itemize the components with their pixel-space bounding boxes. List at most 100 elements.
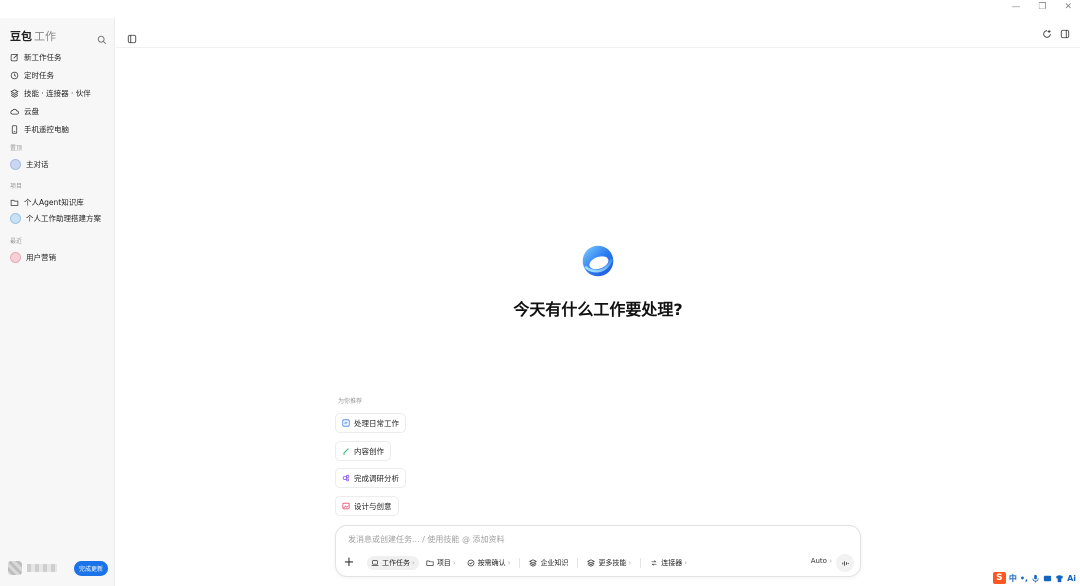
tool-label: 连接器 — [661, 559, 683, 567]
user-area: 完成更新 — [8, 560, 108, 576]
pen-icon — [343, 448, 349, 455]
sidebar-item-label: 云盘 — [24, 106, 39, 116]
folder-icon — [426, 560, 434, 566]
chevron-right-icon: › — [684, 559, 688, 567]
sidebar-item-label: 手机遥控电脑 — [24, 124, 69, 134]
check-circle-icon — [467, 559, 475, 567]
restore-button[interactable]: ❐ — [1038, 2, 1046, 12]
section-pinned: 置顶 — [10, 145, 23, 152]
username-blurred — [27, 564, 57, 572]
title-bar: — ❐ ✕ — [0, 0, 1080, 18]
model-mode-select[interactable]: Auto › — [811, 557, 832, 565]
connector-icon — [651, 560, 657, 566]
voice-input-button[interactable] — [836, 554, 854, 572]
sidebar-item-scheduled[interactable]: 定时任务 — [0, 66, 115, 84]
chat-avatar-icon — [10, 251, 21, 263]
project-avatar-icon — [10, 212, 21, 224]
chevron-right-icon: › — [829, 557, 832, 565]
ime-ai-button[interactable]: Ai — [1067, 574, 1076, 583]
toggle-panel-icon[interactable] — [1060, 29, 1070, 39]
sidebar-item-label: 个人工作助理搭建方案 — [26, 213, 101, 223]
section-projects: 项目 — [10, 183, 23, 190]
composer-toolbar: + 工作任务 › 项目 › 按需确认 › 企业知识 更多技能 › 连接器 › — [342, 556, 691, 570]
doubao-logo-icon — [582, 245, 614, 277]
waveform-icon — [841, 560, 849, 566]
sidebar-item-main-chat[interactable]: 主对话 — [0, 156, 115, 172]
sidebar-item-remote[interactable]: 手机遥控电脑 — [0, 120, 115, 138]
skills-icon — [587, 559, 596, 567]
tool-label: 更多技能 — [598, 559, 627, 567]
tool-confirm-on-demand[interactable]: 按需确认 › — [463, 556, 515, 570]
message-input[interactable] — [346, 534, 850, 545]
toolbar-divider — [519, 558, 521, 568]
chip-label: 完成调研分析 — [354, 473, 399, 483]
sidebar-item-label: 定时任务 — [24, 70, 54, 80]
chip-label: 设计与创意 — [354, 501, 392, 511]
ime-toolbar: S 中 •, Ai — [992, 572, 1076, 584]
chat-avatar-icon — [10, 158, 21, 170]
tool-enterprise-knowledge[interactable]: 企业知识 — [525, 556, 572, 570]
tool-label: 项目 — [436, 559, 451, 567]
ime-punctuation-toggle[interactable]: •, — [1020, 574, 1028, 583]
phone-icon — [11, 124, 18, 134]
sidebar-item-label: 用户营销 — [26, 252, 56, 262]
brand-logo: 豆包 工作 — [10, 28, 56, 44]
chip-label: 处理日常工作 — [354, 418, 399, 428]
toolbar-divider — [640, 558, 642, 568]
header-divider — [116, 47, 1080, 48]
avatar[interactable] — [8, 561, 22, 575]
sidebar-item-label: 技能 · 连接器 · 伙伴 — [24, 88, 91, 98]
ime-language-toggle[interactable]: 中 — [1009, 573, 1017, 584]
add-attachment-button[interactable]: + — [342, 556, 356, 570]
upgrade-button[interactable]: 完成更新 — [73, 560, 108, 576]
search-icon[interactable] — [97, 30, 107, 45]
page-title: 今天有什么工作要处理? — [513, 300, 683, 319]
tool-more-skills[interactable]: 更多技能 › — [583, 556, 635, 570]
chevron-right-icon: › — [628, 559, 632, 567]
chip-label: 内容创作 — [354, 446, 384, 456]
sidebar-item-label: 主对话 — [26, 159, 49, 169]
section-recent: 最近 — [10, 238, 23, 245]
window-controls: — ❐ ✕ — [1011, 2, 1072, 12]
sidebar-item-label: 新工作任务 — [24, 52, 62, 62]
close-button[interactable]: ✕ — [1064, 2, 1072, 12]
tool-connectors[interactable]: 连接器 › — [646, 556, 691, 570]
suggestion-chip-content-creation[interactable]: 内容创作 — [335, 441, 391, 461]
sidebar: 豆包 工作 新工作任务 定时任务 技能 · 连接器 · 伙伴 云盘 手机遥控电脑 … — [0, 18, 115, 586]
sidebar-item-user-marketing[interactable]: 用户营销 — [0, 249, 115, 265]
suggestion-chip-design[interactable]: 设计与创意 — [335, 496, 399, 516]
topbar-actions — [1042, 29, 1070, 39]
sogou-logo-icon[interactable]: S — [992, 572, 1006, 584]
sidebar-item-new-task[interactable]: 新工作任务 — [0, 48, 115, 66]
brand-sub: 工作 — [34, 30, 56, 43]
skills-icon — [10, 88, 19, 98]
message-composer: + 工作任务› 项目› 按需确认› 企业知识 更多技能› 连接器› Aut — [335, 525, 861, 577]
microphone-icon[interactable] — [1031, 574, 1040, 583]
tool-project[interactable]: 项目 › — [422, 556, 460, 570]
keyboard-icon[interactable] — [1043, 574, 1052, 583]
tool-label: 按需确认 — [477, 559, 506, 567]
tool-work-task[interactable]: 工作任务 › — [367, 556, 419, 570]
sidebar-item-project-assistant[interactable]: 个人工作助理搭建方案 — [0, 210, 115, 226]
suggestion-chip-daily-work[interactable]: 处理日常工作 — [335, 413, 406, 433]
tool-label: 工作任务 — [382, 559, 410, 567]
image-icon — [342, 502, 350, 510]
chevron-right-icon: › — [507, 559, 511, 567]
sidebar-item-cloud[interactable]: 云盘 — [0, 102, 115, 120]
clock-icon — [10, 71, 19, 79]
toggle-sidebar-icon[interactable] — [127, 29, 137, 44]
chevron-right-icon: › — [412, 559, 415, 567]
analysis-icon — [342, 474, 350, 482]
sidebar-item-project-knowledge[interactable]: 个人Agent知识库 — [0, 194, 115, 210]
skin-icon[interactable] — [1055, 574, 1064, 583]
recommend-label: 为你推荐 — [338, 398, 363, 405]
sidebar-nav: 新工作任务 定时任务 技能 · 连接器 · 伙伴 云盘 手机遥控电脑 — [0, 48, 115, 138]
toolbar-divider — [577, 558, 579, 568]
minimize-button[interactable]: — — [1011, 2, 1020, 12]
brand-name: 豆包 — [10, 30, 32, 43]
suggestion-chip-research[interactable]: 完成调研分析 — [335, 468, 406, 488]
sidebar-item-skills[interactable]: 技能 · 连接器 · 伙伴 — [0, 84, 115, 102]
new-chat-icon[interactable] — [1042, 29, 1052, 39]
mode-label: Auto — [810, 557, 827, 565]
chevron-right-icon: › — [452, 559, 456, 567]
